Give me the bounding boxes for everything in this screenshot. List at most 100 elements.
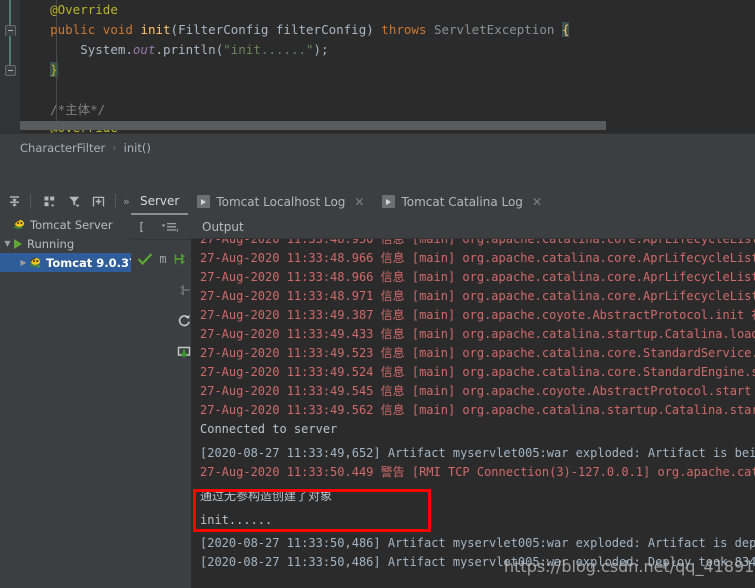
toolbar-overflow-icon[interactable]: » <box>123 195 130 208</box>
code-token: } <box>50 62 58 77</box>
toolwindow-header-strip <box>0 161 755 189</box>
code-token: ); <box>313 42 329 57</box>
console-log-line: init...... <box>200 513 273 527</box>
tomcat-icon <box>13 218 26 231</box>
rerun-row <box>131 305 191 336</box>
console-log-line: 27-Aug-2020 11:33:49.387 信息 [main] org.a… <box>200 308 755 322</box>
breadcrumb-method[interactable]: init() <box>124 141 151 155</box>
code-fold-open-icon[interactable] <box>5 25 16 36</box>
method-range-marker <box>9 0 11 75</box>
tree-item-label: Running <box>27 236 75 251</box>
code-line: /*主体*/ <box>20 100 105 120</box>
tree-item-label: Tomcat Server <box>30 217 113 232</box>
tree-item-label: Tomcat 9.0.37 <box>46 255 132 270</box>
console-toolbar: » <box>0 188 131 215</box>
close-icon[interactable]: ✕ <box>354 196 364 208</box>
code-line: @Override <box>20 0 118 20</box>
tab-label: Tomcat Localhost Log <box>216 194 346 209</box>
tab-tomcat-catalina-log[interactable]: Tomcat Catalina Log ✕ <box>373 188 551 215</box>
code-token: .println( <box>155 42 224 57</box>
running-play-icon <box>14 238 22 249</box>
code-token: System. <box>80 42 133 57</box>
log-tab-icon <box>197 195 211 208</box>
console-log-line: 27-Aug-2020 11:33:49.523 信息 [main] org.a… <box>200 346 755 360</box>
console-log-line: 27-Aug-2020 11:33:49.545 信息 [main] org.a… <box>200 384 755 398</box>
tree-item-tomcat-server[interactable]: Tomcat Server <box>0 215 131 234</box>
code-editor[interactable]: @Override public void init(FilterConfig … <box>0 0 755 133</box>
code-token: public <box>50 22 96 37</box>
console-log-line: 27-Aug-2020 11:33:50.449 警告 [RMI TCP Con… <box>200 465 755 479</box>
code-token: FilterConfig filterConfig <box>178 22 367 37</box>
code-line: } <box>20 60 58 80</box>
console-log-line: 27-Aug-2020 11:33:49.524 信息 [main] org.a… <box>200 365 755 379</box>
console-log-line: Connected to server <box>200 422 338 436</box>
code-token: throws <box>381 22 427 37</box>
breadcrumb: CharacterFilter › init() <box>0 133 755 161</box>
console-sidebar-header <box>131 215 191 240</box>
soft-wrap-icon[interactable] <box>157 215 183 239</box>
code-fold-close-icon[interactable] <box>5 65 16 76</box>
export-row <box>131 336 191 367</box>
editor-text-area[interactable]: @Override public void init(FilterConfig … <box>20 0 755 133</box>
console-output-header: Output <box>191 215 755 239</box>
filter-icon[interactable] <box>63 191 85 213</box>
code-line: System.out.println("init......"); <box>20 40 329 60</box>
tab-tomcat-localhost-log[interactable]: Tomcat Localhost Log ✕ <box>188 188 373 215</box>
code-token: ServletException <box>433 22 555 37</box>
console-log-line: 27-Aug-2020 11:33:49.433 信息 [main] org.a… <box>200 327 755 341</box>
code-token: { <box>561 22 570 37</box>
editor-horizontal-scrollbar[interactable] <box>20 121 606 130</box>
code-token: out <box>132 42 156 57</box>
tree-item-tomcat-9-0-37[interactable]: ▶ Tomcat 9.0.37 <box>0 253 131 272</box>
tab-label: Server <box>140 193 180 208</box>
scroll-to-end-icon[interactable] <box>171 246 191 272</box>
console-tab-bar: Server Tomcat Localhost Log ✕ Tomcat Catali… <box>131 188 755 215</box>
console-log-line: 27-Aug-2020 11:33:48.966 信息 [main] org.a… <box>200 251 755 265</box>
print-icon[interactable] <box>131 215 157 239</box>
collapse-all-icon[interactable] <box>3 191 25 213</box>
console-log-line: [2020-08-27 11:33:50,486] Artifact myser… <box>200 536 755 550</box>
code-line: public void init(FilterConfig filterConf… <box>20 20 570 40</box>
console-output-title: Output <box>202 219 244 234</box>
console-log-line: 通过无参构造创建了对象 <box>200 489 333 503</box>
console-log-line: 27-Aug-2020 11:33:49.562 信息 [main] org.a… <box>200 403 755 417</box>
breadcrumb-separator-icon: › <box>112 141 117 154</box>
letter-m-icon: m <box>159 251 167 266</box>
log-tab-icon <box>382 195 396 208</box>
idea-window: @Override public void init(FilterConfig … <box>0 0 755 588</box>
code-token: "init......" <box>223 42 314 57</box>
console-side-toolbar: m <box>131 215 192 588</box>
group-by-icon[interactable] <box>38 191 60 213</box>
tree-item-running[interactable]: ▼ Running <box>0 234 131 253</box>
code-token: ( <box>170 22 179 37</box>
scroll-up-row <box>131 274 191 305</box>
code-token: ) <box>366 22 374 37</box>
check-mark-icon <box>135 246 155 272</box>
console-output[interactable]: 27-Aug-2020 11:33:48.950 信息 [main] org.a… <box>191 239 755 588</box>
toolwindow-top-strip <box>0 161 755 188</box>
toolbar-separator-2 <box>115 194 116 209</box>
tab-label: Tomcat Catalina Log <box>401 194 523 209</box>
server-tree-panel[interactable]: Tomcat Server ▼ Running ▶ Tomcat 9.0.37 <box>0 215 132 588</box>
expander-icon[interactable]: ▼ <box>2 239 13 248</box>
console-log-line: 27-Aug-2020 11:33:48.966 信息 [main] org.a… <box>200 270 755 284</box>
tomcat-icon <box>29 256 42 269</box>
expander-icon[interactable]: ▶ <box>18 258 29 267</box>
tab-server[interactable]: Server <box>131 188 189 215</box>
console-log-line: 27-Aug-2020 11:33:48.950 信息 [main] org.a… <box>200 239 755 246</box>
watermark-text: https://blog.csdn.net/qq_41891425 <box>504 557 755 576</box>
breadcrumb-class[interactable]: CharacterFilter <box>20 141 105 155</box>
code-token: init <box>140 22 171 37</box>
add-tab-icon[interactable] <box>88 191 110 213</box>
console-sidebar-icons: m <box>131 243 191 367</box>
code-token: void <box>102 22 133 37</box>
toolbar-separator <box>30 194 31 209</box>
close-icon[interactable]: ✕ <box>532 196 542 208</box>
